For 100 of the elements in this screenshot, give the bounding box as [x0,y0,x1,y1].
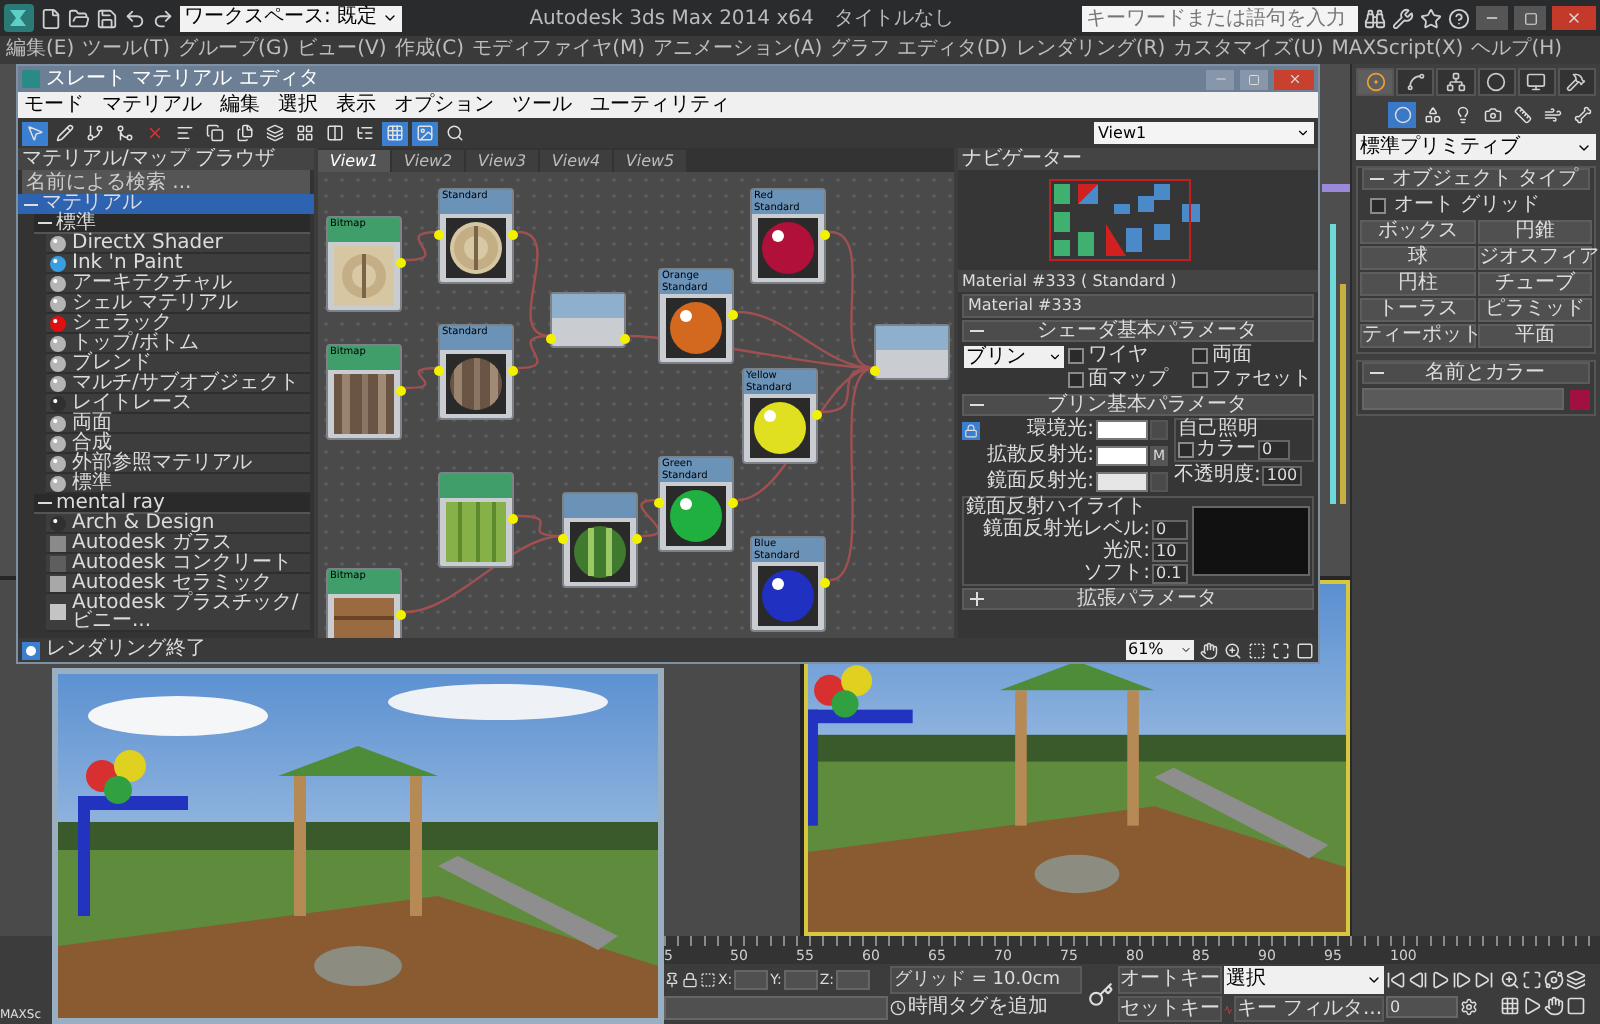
zoom-dropdown[interactable]: 61% [1126,640,1194,660]
undo-icon[interactable] [124,7,146,29]
output-port[interactable] [820,230,830,240]
menu-item[interactable]: ビュー(V) [297,40,387,60]
output-port[interactable] [508,230,518,240]
primitive-dropdown[interactable]: 標準プリミティブ [1356,134,1596,160]
skip-forward-icon[interactable] [1474,970,1494,990]
menu-item[interactable]: 選択 [278,95,318,115]
list-row[interactable]: マテリアル [18,194,314,214]
tool-button[interactable] [112,121,138,145]
tool-button[interactable] [382,121,408,145]
menu-item[interactable]: モディファイヤ(M) [472,40,645,60]
number-field[interactable]: 0 [1152,519,1188,539]
material-name-field[interactable]: Material #333 [962,294,1314,318]
list-item[interactable]: Ink 'n Paint [46,254,310,274]
color-swatch[interactable] [1570,389,1590,409]
clock-icon[interactable] [890,999,906,1015]
coordinate-field[interactable] [734,970,769,990]
square-icon[interactable] [1566,996,1586,1016]
tool-button[interactable] [322,121,348,145]
search-field[interactable]: キーワードまたは語句を入力 [1082,5,1358,31]
list-item[interactable]: レイトレース [46,394,310,414]
tool-button[interactable] [22,121,48,145]
input-port[interactable] [870,366,880,376]
grid-icon[interactable] [1500,996,1520,1016]
menu-item[interactable]: アニメーション(A) [653,40,823,60]
menu-item[interactable]: モード [24,95,84,115]
rollout-header[interactable]: 名前とカラー [1362,362,1590,384]
panel-tab[interactable] [1477,68,1516,96]
zoom-icon[interactable] [1224,641,1242,659]
primitive-button[interactable]: 円柱 [1360,272,1475,296]
panel-tab[interactable] [1557,68,1597,96]
input-port[interactable] [434,366,444,376]
key-icon[interactable] [1087,981,1113,1007]
selection-dropdown[interactable]: 選択 [1224,966,1384,994]
list-item[interactable]: アーキテクチャル [46,274,310,294]
minimize-button[interactable] [1476,6,1508,30]
output-port[interactable] [728,310,738,320]
output-port[interactable] [396,386,406,396]
collapse-icon[interactable] [1370,172,1384,186]
list-item[interactable]: 標準 [46,474,310,494]
output-port[interactable] [508,366,518,376]
view-tab[interactable]: View1 [318,150,390,172]
view-tab[interactable]: View2 [392,150,464,172]
rollout-header[interactable]: 拡張パラメータ [962,588,1314,610]
selection-icon[interactable] [700,972,716,988]
shader-dropdown[interactable]: ブリン [964,346,1064,368]
coordinate-field[interactable] [836,970,871,990]
panel-tab[interactable] [1356,68,1395,96]
view-tab[interactable]: View3 [466,150,538,172]
frame-field[interactable]: 0 [1386,996,1458,1018]
menu-item[interactable]: カスタマイズ(U) [1173,40,1324,60]
region-icon[interactable] [1248,641,1266,659]
rollout-header[interactable]: ブリン基本パラメータ [962,394,1314,416]
step-back-icon[interactable] [1408,970,1428,990]
collapse-icon[interactable] [1370,366,1384,380]
set-key-button[interactable]: セットキー [1118,996,1222,1022]
panel-tab[interactable] [1396,68,1435,96]
material-node[interactable] [562,492,638,588]
new-file-icon[interactable] [40,7,62,29]
collapse-icon[interactable] [970,398,984,412]
expand-icon[interactable] [970,592,984,606]
star-icon[interactable] [1420,7,1442,29]
menu-item[interactable]: レンダリング(R) [1015,40,1166,60]
menu-item[interactable]: 作成(C) [394,40,465,60]
workspace-dropdown[interactable]: ワークスペース: 既定 [180,5,402,31]
list-item[interactable]: マルチ/サブオブジェクト [46,374,310,394]
view-dropdown[interactable]: View1 [1094,122,1314,144]
menu-item[interactable]: MAXScript(X) [1331,40,1464,60]
checkbox[interactable] [1192,348,1208,364]
list-item[interactable]: シェル マテリアル [46,294,310,314]
checkbox[interactable] [1068,372,1084,388]
primitive-button[interactable]: 球 [1360,246,1475,270]
list-item[interactable]: 両面 [46,414,310,434]
number-field[interactable]: 10 [1152,541,1188,561]
menu-item[interactable]: オプション [394,95,494,115]
rollout-header[interactable]: シェーダ基本パラメータ [962,320,1314,342]
menu-item[interactable]: ヘルプ(H) [1471,40,1563,60]
panel-tab[interactable] [1517,68,1556,96]
hand-icon[interactable] [1200,641,1218,659]
square-icon[interactable] [1296,641,1314,659]
primitive-button[interactable]: 円錐 [1477,220,1592,244]
binoculars-icon[interactable] [1364,7,1386,29]
pin-icon[interactable] [664,972,680,988]
coordinate-field[interactable] [783,970,818,990]
save-icon[interactable] [96,7,118,29]
menu-item[interactable]: グラフ エディタ(D) [830,40,1008,60]
time-tag-button[interactable]: 時間タグを追加 [908,996,1048,1018]
fit-icon[interactable] [1272,641,1290,659]
input-port[interactable] [434,230,444,240]
color-swatch[interactable] [1096,420,1148,440]
collapse-icon[interactable] [38,216,52,230]
tool-button[interactable] [232,121,258,145]
input-port[interactable] [546,334,556,344]
checkbox[interactable] [1178,442,1194,458]
list-item[interactable]: Autodesk プラスチック/ビニー... [46,594,310,632]
tool-button[interactable] [352,121,378,145]
lock-icon[interactable] [682,972,698,988]
auto-key-button[interactable]: オートキー [1118,966,1222,994]
tool-button[interactable] [292,121,318,145]
